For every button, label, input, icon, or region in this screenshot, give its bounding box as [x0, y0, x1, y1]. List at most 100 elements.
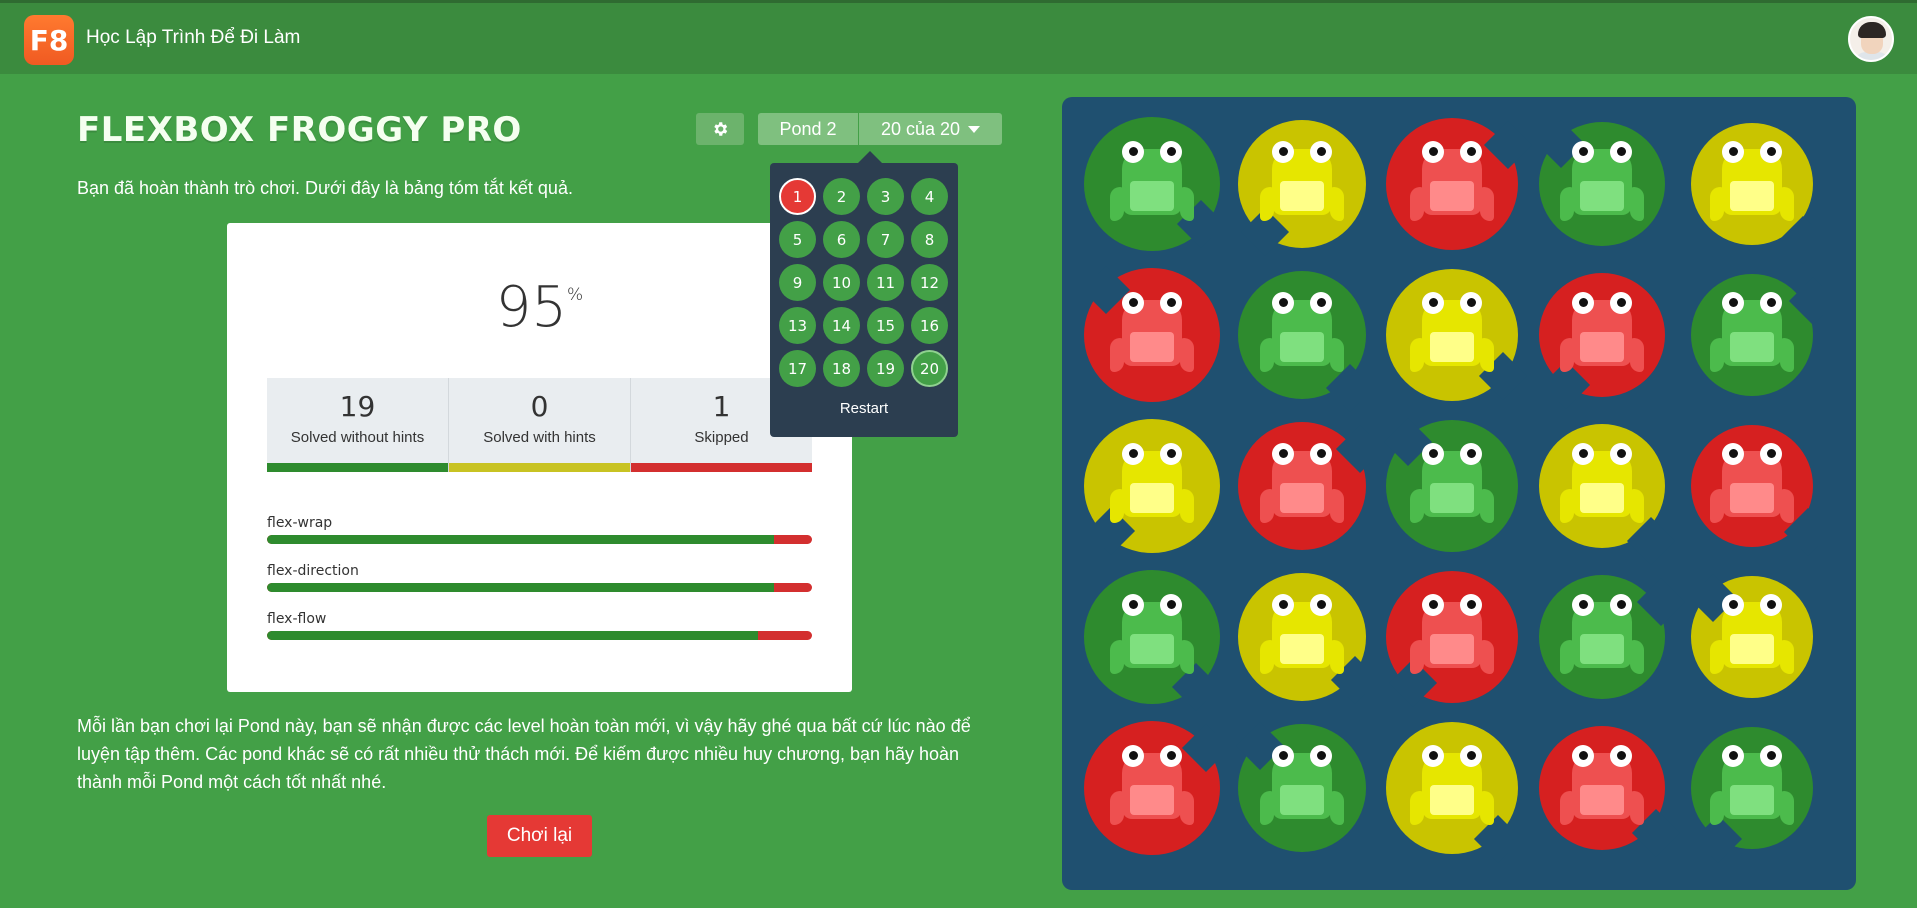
f8-logo[interactable]: F8 [24, 15, 74, 65]
level-9-button[interactable]: 9 [779, 264, 816, 301]
caret-down-icon [968, 125, 981, 133]
stat-color-bar [631, 463, 812, 472]
game-board [1062, 97, 1856, 890]
yellow-frog-cell [1677, 562, 1827, 712]
level-6-button[interactable]: 6 [823, 221, 860, 258]
level-10-button[interactable]: 10 [823, 264, 860, 301]
frog-leg [1330, 640, 1344, 674]
yellow-frog-icon [1260, 594, 1344, 676]
frog-eye [1572, 141, 1594, 163]
red-frog-icon [1560, 292, 1644, 374]
frog-eye [1422, 745, 1444, 767]
green-frog-icon [1710, 292, 1794, 374]
frog-eye [1160, 141, 1182, 163]
red-frog-cell [1527, 260, 1677, 410]
frog-eye [1272, 745, 1294, 767]
level-11-button[interactable]: 11 [867, 264, 904, 301]
frog-leg [1180, 489, 1194, 523]
skill-progress-fill [267, 631, 758, 640]
frog-eye [1460, 292, 1482, 314]
frog-eye [1760, 745, 1782, 767]
level-16-button[interactable]: 16 [911, 307, 948, 344]
frog-eye [1422, 594, 1444, 616]
level-14-button[interactable]: 14 [823, 307, 860, 344]
red-frog-cell [1527, 713, 1681, 863]
frog-belly [1580, 181, 1624, 211]
frog-eye [1272, 141, 1294, 163]
level-selector-label: 20 của 20 [880, 118, 961, 139]
green-frog-cell [1677, 260, 1838, 410]
frog-eye [1722, 594, 1744, 616]
frog-eye [1572, 443, 1594, 465]
level-8-button[interactable]: 8 [911, 221, 948, 258]
level-7-button[interactable]: 7 [867, 221, 904, 258]
frog-eye [1122, 594, 1144, 616]
level-1-button[interactable]: 1 [779, 178, 816, 215]
frog-belly [1430, 332, 1474, 362]
yellow-frog-cell [1377, 713, 1527, 864]
pond-selector[interactable]: Pond 2 [758, 113, 858, 145]
skill-name: flex-direction [267, 563, 359, 579]
skill-name: flex-wrap [267, 515, 333, 531]
level-12-button[interactable]: 12 [911, 264, 948, 301]
frog-leg [1780, 489, 1794, 523]
red-frog-icon [1560, 745, 1644, 827]
green-frog-icon [1110, 141, 1194, 223]
green-frog-icon [1560, 594, 1644, 676]
level-13-button[interactable]: 13 [779, 307, 816, 344]
frog-belly [1430, 634, 1474, 664]
skill-progress-fill [267, 535, 774, 544]
frog-eye [1422, 292, 1444, 314]
frog-belly [1580, 483, 1624, 513]
red-frog-icon [1410, 594, 1494, 676]
frog-leg [1630, 489, 1644, 523]
site-title[interactable]: Học Lập Trình Để Đi Làm [86, 27, 300, 49]
level-menu: 1 2 3 4 5 6 7 8 9 10 11 12 13 14 15 16 17 18 19 20 Restart [770, 151, 958, 437]
frog-eye [1160, 745, 1182, 767]
level-15-button[interactable]: 15 [867, 307, 904, 344]
avatar-hair [1858, 22, 1886, 38]
skill-progress-track [267, 631, 812, 640]
restart-button[interactable]: Restart [770, 400, 958, 417]
yellow-frog-icon [1710, 594, 1794, 676]
frog-eye [1572, 292, 1594, 314]
frog-leg [1630, 338, 1644, 372]
frog-leg [1630, 187, 1644, 221]
user-avatar[interactable] [1848, 16, 1894, 62]
frog-leg [1480, 338, 1494, 372]
frog-belly [1280, 483, 1324, 513]
level-2-button[interactable]: 2 [823, 178, 860, 215]
frog-belly [1580, 785, 1624, 815]
level-4-button[interactable]: 4 [911, 178, 948, 215]
green-frog-icon [1410, 443, 1494, 525]
stat-value: 0 [530, 390, 549, 423]
red-frog-cell [1077, 260, 1227, 410]
level-17-button[interactable]: 17 [779, 350, 816, 387]
level-3-button[interactable]: 3 [867, 178, 904, 215]
frog-eye [1572, 594, 1594, 616]
settings-button[interactable] [696, 113, 744, 145]
frog-leg [1780, 791, 1794, 825]
gear-icon [714, 122, 728, 136]
frog-eye [1722, 443, 1744, 465]
lilypad-notch [1788, 276, 1838, 326]
frog-eye [1310, 745, 1332, 767]
frog-eye [1610, 745, 1632, 767]
frog-belly [1280, 181, 1324, 211]
green-frog-cell [1077, 109, 1227, 259]
frog-eye [1160, 594, 1182, 616]
level-19-button[interactable]: 19 [867, 350, 904, 387]
green-frog-cell [1077, 562, 1227, 712]
replay-button[interactable]: Chơi lại [487, 815, 592, 857]
level-20-button[interactable]: 20 [911, 350, 948, 387]
green-frog-icon [1260, 292, 1344, 374]
level-18-button[interactable]: 18 [823, 350, 860, 387]
yellow-frog-cell [1077, 411, 1227, 561]
frog-leg [1180, 187, 1194, 221]
level-5-button[interactable]: 5 [779, 221, 816, 258]
stat-label: Solved with hints [483, 429, 596, 446]
frog-belly [1730, 785, 1774, 815]
level-selector[interactable]: 20 của 20 [859, 113, 1002, 145]
frog-eye [1272, 443, 1294, 465]
frog-leg [1330, 187, 1344, 221]
